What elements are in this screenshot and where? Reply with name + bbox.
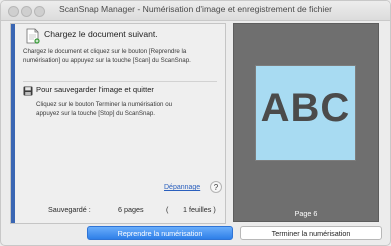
page-number-label: Page 6 <box>294 209 318 218</box>
instruction-line: appuyez sur la touche [Stop] du ScanSnap… <box>36 110 156 117</box>
save-and-quit-heading: Pour sauvegarder l'image et quitter <box>36 85 154 94</box>
instructions-panel: Chargez le document suivant. Chargez le … <box>10 23 226 224</box>
section-divider <box>23 81 217 82</box>
save-and-quit-instructions: Cliquez sur le bouton Terminer la numéri… <box>36 100 218 118</box>
accent-bar <box>11 24 15 223</box>
finish-scanning-button[interactable]: Terminer la numérisation <box>240 226 382 240</box>
troubleshooting-link[interactable]: Dépannage <box>164 184 200 191</box>
window-title: ScanSnap Manager - Numérisation d'image … <box>59 4 332 14</box>
thumbnail-content: ABC <box>260 86 351 130</box>
instruction-line: numérisation] ou appuyez sur la touche [… <box>23 57 191 64</box>
load-next-document-instructions: Chargez le document et cliquez sur le bo… <box>23 47 219 65</box>
document-add-icon <box>26 28 40 44</box>
instruction-line: Cliquez sur le bouton Terminer la numéri… <box>36 101 173 108</box>
instruction-line: Chargez le document et cliquez sur le bo… <box>23 48 187 55</box>
saved-open-paren: ( <box>166 205 169 214</box>
help-icon[interactable]: ? <box>210 181 222 193</box>
saved-label: Sauvegardé : <box>48 205 91 214</box>
title-bar[interactable]: ScanSnap Manager - Numérisation d'image … <box>1 1 390 21</box>
saved-pages-count: 6 pages <box>118 205 144 214</box>
load-next-document-heading: Chargez le document suivant. <box>44 29 158 39</box>
page-thumbnail: ABC <box>255 65 356 161</box>
scan-dialog-window: ScanSnap Manager - Numérisation d'image … <box>0 0 391 246</box>
save-disk-icon <box>23 86 33 96</box>
scan-preview-pane: ABC Page 6 <box>233 23 379 222</box>
saved-sheets-count: 1 feuilles ) <box>183 205 216 214</box>
resume-scanning-button[interactable]: Reprendre la numérisation <box>87 226 233 240</box>
